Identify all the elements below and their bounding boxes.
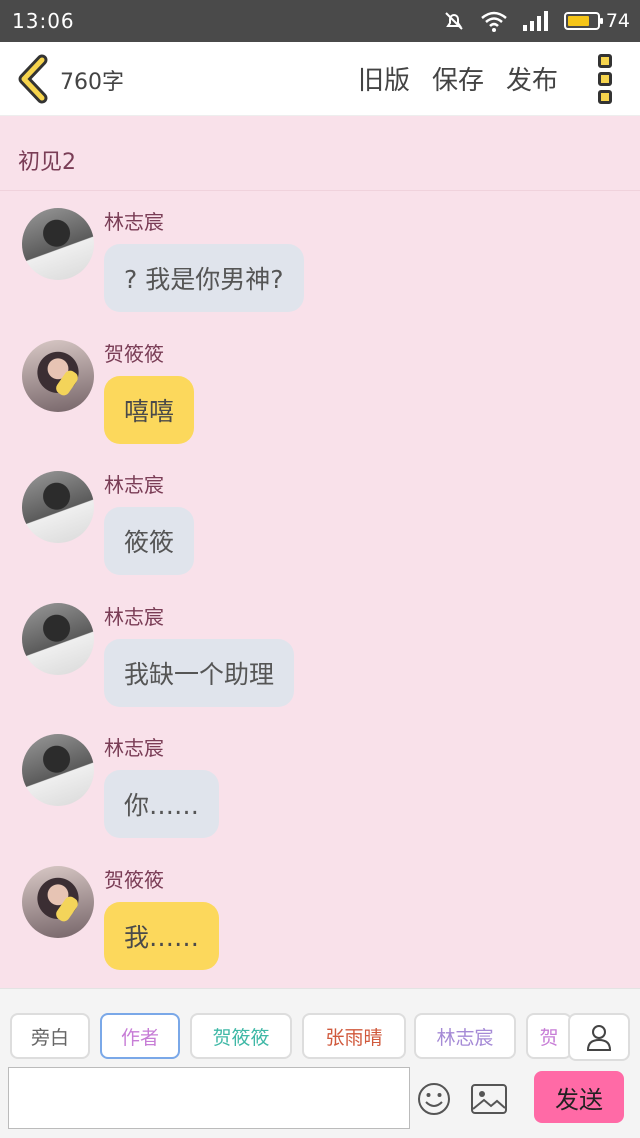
add-role-button[interactable] (568, 1013, 630, 1061)
more-dot (598, 72, 612, 86)
speaker-name: 贺筱筱 (104, 341, 164, 366)
status-time: 13:06 (12, 9, 75, 33)
message-bubble[interactable]: 我…… (104, 901, 220, 970)
old-version-button[interactable]: 旧版 (358, 60, 410, 97)
speaker-name: 林志宸 (104, 473, 164, 497)
avatar-deco (53, 893, 81, 924)
back-arrow-icon[interactable] (14, 54, 54, 104)
role-chip[interactable]: 林志宸 (414, 1013, 516, 1059)
message-bubble[interactable]: 你…… (104, 770, 220, 838)
send-button[interactable]: 发送 (534, 1071, 624, 1123)
avatar (22, 208, 94, 280)
speaker-name: 林志宸 (104, 736, 164, 760)
role-chip[interactable]: 贺筱筱 (190, 1013, 292, 1059)
message-bubble[interactable]: 筱筱 (104, 507, 195, 575)
word-count: 760字 (60, 70, 124, 95)
avatar (22, 471, 94, 543)
avatar (22, 602, 94, 675)
speaker-name: 林志宸 (104, 604, 164, 629)
battery: 74 (563, 10, 630, 32)
avatar (22, 734, 94, 806)
mute-icon (445, 12, 463, 30)
image-icon[interactable] (470, 1083, 508, 1115)
signal-icon (522, 11, 548, 31)
battery-fill (567, 16, 589, 26)
chat-area[interactable]: 初见2 林志宸? 我是你男神? 贺筱筱 嘻嘻 林志宸 筱筱 林志宸 我缺一个助理 林志宸 你……… (0, 116, 640, 988)
message-bubble[interactable]: ? 我是你男神? (104, 244, 304, 312)
save-button[interactable]: 保存 (432, 60, 484, 97)
more-menu-icon[interactable] (598, 54, 618, 104)
battery-icon (563, 12, 603, 30)
wifi-icon (481, 11, 507, 32)
toolbar-actions: 旧版 保存 发布 (358, 60, 558, 97)
emoji-icon[interactable] (416, 1081, 452, 1117)
status-bar: 13:06 74 (0, 0, 640, 42)
status-icons: 74 (442, 7, 630, 35)
composer-panel: 旁白 作者 贺筱筱 张雨晴 林志宸贺 发送 (0, 988, 640, 1138)
avatar (22, 339, 94, 412)
avatar-deco (53, 367, 81, 398)
message-input[interactable] (8, 1067, 410, 1129)
speaker-name: 贺筱筱 (104, 867, 164, 892)
divider (0, 190, 640, 191)
more-dot (598, 54, 612, 68)
battery-percent: 74 (605, 10, 630, 32)
role-chip[interactable]: 张雨晴 (302, 1013, 406, 1059)
role-chip[interactable]: 作者 (100, 1013, 180, 1059)
role-chip[interactable]: 贺 (526, 1013, 572, 1059)
publish-button[interactable]: 发布 (506, 60, 558, 97)
editor-toolbar: 760字 旧版 保存 发布 (0, 42, 640, 116)
avatar (22, 865, 94, 938)
message-bubble[interactable]: 我缺一个助理 (104, 638, 295, 707)
message-bubble[interactable]: 嘻嘻 (104, 375, 195, 444)
role-chip[interactable]: 旁白 (10, 1013, 90, 1059)
role-selector: 旁白 作者 贺筱筱 张雨晴 林志宸贺 (0, 1013, 640, 1061)
speaker-name: 林志宸 (104, 210, 164, 234)
person-icon (586, 1025, 612, 1051)
chapter-title[interactable]: 初见2 (18, 144, 76, 176)
more-dot (598, 90, 612, 104)
